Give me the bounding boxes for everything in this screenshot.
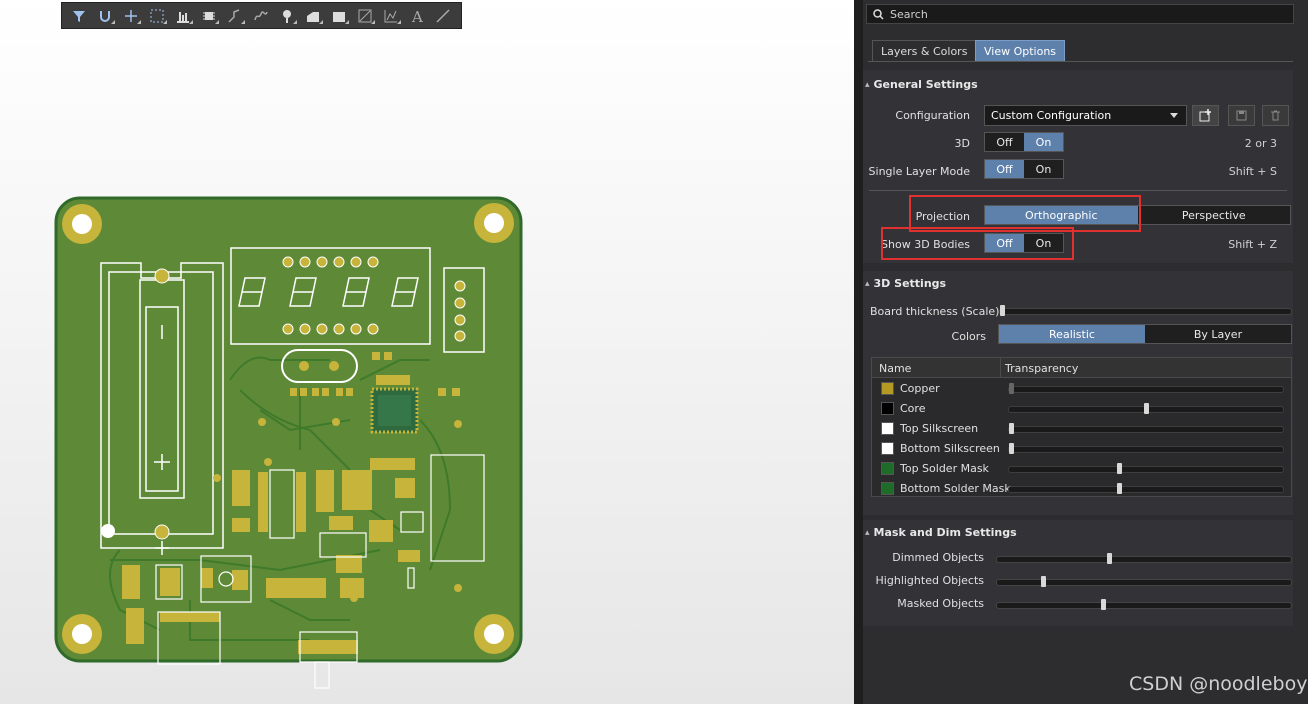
board-thickness-knob[interactable]	[1000, 305, 1005, 316]
table-row[interactable]: Core	[872, 399, 1291, 419]
transparency-slider[interactable]	[1008, 383, 1284, 394]
tab-divider	[868, 61, 1293, 62]
layer-name: Bottom Solder Mask	[900, 482, 1011, 495]
mask-dim-title[interactable]: Mask and Dim Settings	[865, 526, 1017, 539]
table-row[interactable]: Top Silkscreen	[872, 419, 1291, 439]
color-swatch[interactable]	[881, 462, 894, 475]
transparency-knob[interactable]	[1117, 463, 1122, 474]
colors-toggle[interactable]: Realistic By Layer	[998, 324, 1292, 344]
general-settings-title[interactable]: General Settings	[865, 78, 978, 91]
transparency-knob[interactable]	[1009, 383, 1014, 394]
show-3d-highlight-box	[881, 227, 1074, 260]
search-input[interactable]: Search	[866, 4, 1294, 24]
mask-item-slider[interactable]	[996, 599, 1292, 610]
board-thickness-slider[interactable]	[999, 305, 1292, 316]
tab-layers-colors[interactable]: Layers & Colors	[872, 40, 977, 62]
mask-item-slider[interactable]	[996, 576, 1292, 587]
table-row[interactable]: Bottom Solder Mask	[872, 479, 1291, 499]
transparency-knob[interactable]	[1117, 483, 1122, 494]
save-config-button[interactable]	[1228, 105, 1255, 126]
transparency-column-header: Transparency	[1005, 362, 1079, 375]
single-layer-shortcut: Shift + S	[1228, 165, 1277, 178]
3d-on-option[interactable]: On	[1024, 133, 1063, 151]
show-3d-shortcut: Shift + Z	[1228, 238, 1277, 251]
layer-name: Bottom Silkscreen	[900, 442, 1000, 455]
mask-item-knob[interactable]	[1040, 576, 1046, 587]
configuration-dropdown[interactable]: Custom Configuration	[984, 105, 1187, 126]
colors-label: Colors	[951, 330, 986, 343]
board-thickness-label: Board thickness (Scale)	[870, 305, 1000, 318]
transparency-knob[interactable]	[1144, 403, 1149, 414]
single-layer-toggle[interactable]: Off On	[984, 159, 1064, 179]
realistic-option[interactable]: Realistic	[999, 325, 1145, 343]
configuration-value: Custom Configuration	[991, 109, 1112, 122]
pcb-board[interactable]	[0, 0, 854, 704]
mask-dim-section: Mask and Dim Settings Dimmed Objects High…	[863, 520, 1293, 626]
save-icon	[1236, 110, 1247, 121]
table-row[interactable]: Top Solder Mask	[872, 459, 1291, 479]
mask-item-label: Masked Objects	[897, 597, 984, 610]
table-header: Name Transparency	[872, 358, 1291, 378]
table-row[interactable]: Bottom Silkscreen	[872, 439, 1291, 459]
transparency-slider[interactable]	[1008, 443, 1284, 454]
delete-config-button[interactable]	[1262, 105, 1289, 126]
transparency-knob[interactable]	[1009, 443, 1014, 454]
transparency-slider[interactable]	[1008, 483, 1284, 494]
mask-item-slider[interactable]	[996, 553, 1292, 564]
single-layer-on-option[interactable]: On	[1024, 160, 1063, 178]
transparency-slider[interactable]	[1008, 423, 1284, 434]
add-icon	[1199, 109, 1211, 122]
search-placeholder: Search	[890, 7, 928, 21]
mask-item-label: Dimmed Objects	[892, 551, 984, 564]
pcb-canvas[interactable]: A	[0, 0, 854, 704]
3d-settings-title[interactable]: 3D Settings	[865, 277, 947, 290]
chevron-down-icon	[1170, 113, 1178, 118]
trash-icon	[1271, 110, 1280, 121]
color-swatch[interactable]	[881, 482, 894, 495]
name-column-header: Name	[879, 362, 912, 375]
layer-transparency-table: Name Transparency Copper Core Top Silkscre…	[871, 357, 1292, 497]
tab-view-options[interactable]: View Options	[975, 40, 1066, 62]
single-layer-off-option[interactable]: Off	[985, 160, 1024, 178]
color-swatch[interactable]	[881, 442, 894, 455]
perspective-option[interactable]: Perspective	[1138, 206, 1291, 224]
view-configuration-panel: Search Layers & Colors View Options Gene…	[863, 0, 1308, 704]
mask-item-knob[interactable]	[1101, 599, 1107, 610]
layer-name: Core	[900, 402, 926, 415]
by-layer-option[interactable]: By Layer	[1145, 325, 1291, 343]
search-icon	[873, 8, 884, 20]
table-row[interactable]: Copper	[872, 379, 1291, 399]
transparency-knob[interactable]	[1009, 423, 1014, 434]
add-config-button[interactable]	[1192, 105, 1219, 126]
mask-item-knob[interactable]	[1107, 553, 1113, 564]
section-separator	[869, 190, 1287, 191]
layer-name: Top Silkscreen	[900, 422, 979, 435]
single-layer-label: Single Layer Mode	[868, 165, 970, 178]
layer-name: Copper	[900, 382, 940, 395]
configuration-label: Configuration	[895, 109, 970, 122]
transparency-slider[interactable]	[1008, 463, 1284, 474]
color-swatch[interactable]	[881, 382, 894, 395]
3d-label: 3D	[954, 137, 970, 150]
color-swatch[interactable]	[881, 422, 894, 435]
column-divider	[1000, 358, 1001, 378]
panel-divider[interactable]	[854, 0, 863, 704]
3d-toggle[interactable]: Off On	[984, 132, 1064, 152]
watermark: CSDN @noodleboy	[1129, 673, 1308, 695]
transparency-slider[interactable]	[1008, 403, 1284, 414]
layer-name: Top Solder Mask	[900, 462, 989, 475]
3d-shortcut: 2 or 3	[1244, 137, 1277, 150]
mask-item-label: Highlighted Objects	[875, 574, 984, 587]
color-swatch[interactable]	[881, 402, 894, 415]
3d-off-option[interactable]: Off	[985, 133, 1024, 151]
